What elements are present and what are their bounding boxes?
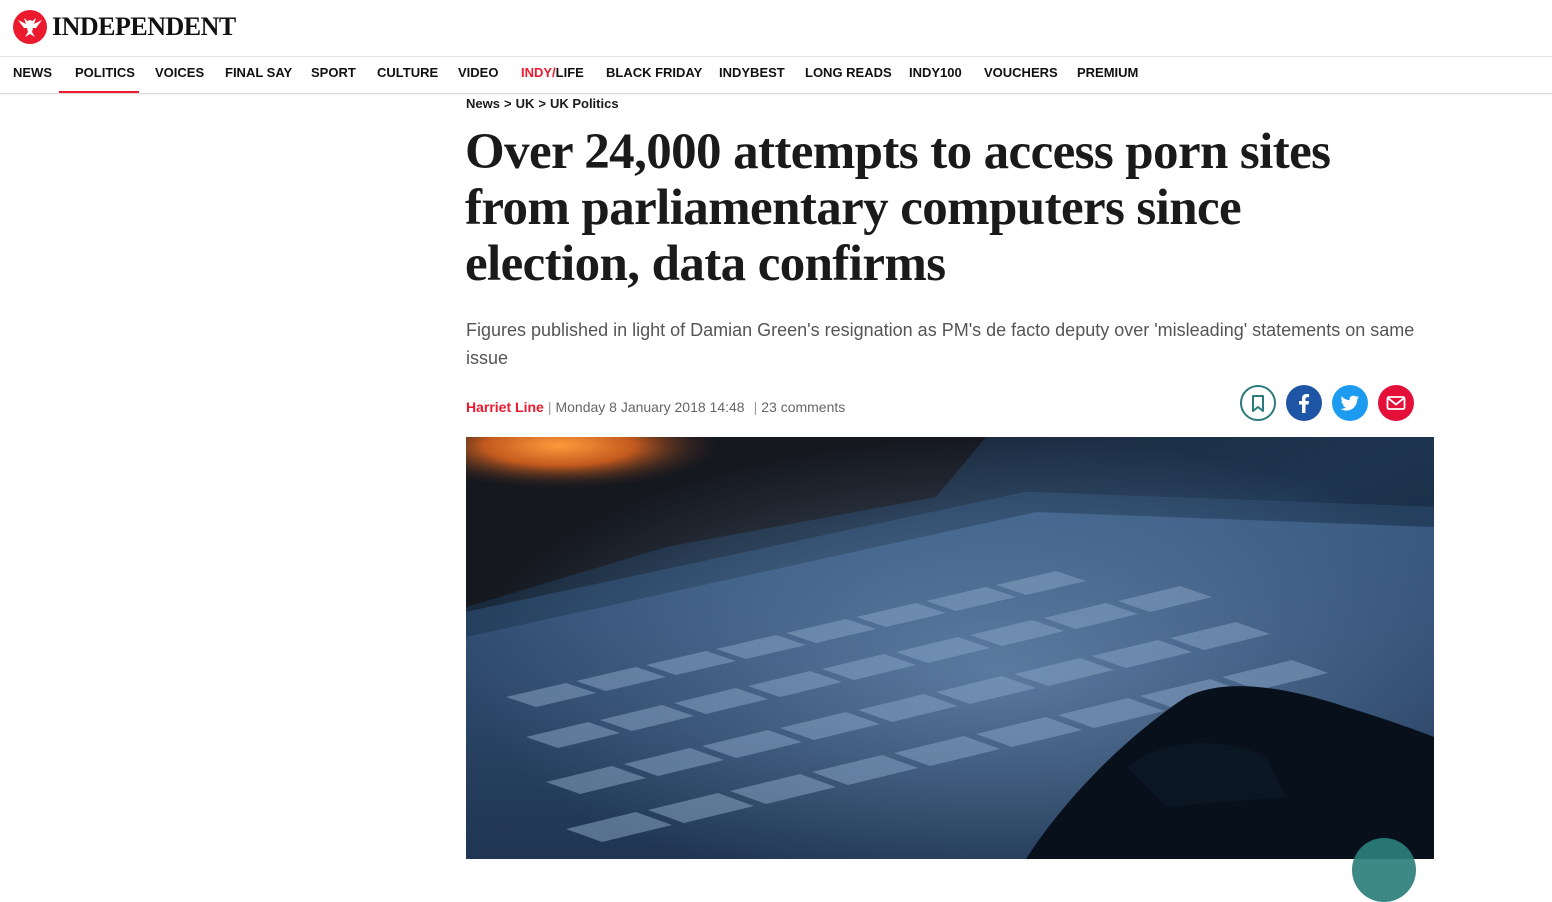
nav-item-politics[interactable]: POLITICS: [59, 57, 139, 93]
bookmark-button[interactable]: [1240, 385, 1276, 421]
nav-item-indy-life[interactable]: INDY/LIFE: [521, 57, 584, 91]
site-name: INDEPENDENT: [52, 12, 236, 41]
nav-item-black-friday[interactable]: BLACK FRIDAY: [606, 57, 702, 91]
publish-date: Monday 8 January 2018 14:48: [555, 399, 745, 415]
nav-item-final-say[interactable]: FINAL SAY: [225, 57, 292, 91]
eagle-icon: [13, 10, 47, 44]
email-share-button[interactable]: [1378, 385, 1414, 421]
article-standfirst: Figures published in light of Damian Gre…: [466, 320, 1415, 368]
article-headline: Over 24,000 attempts to access porn site…: [465, 124, 1331, 292]
nav-item-news[interactable]: NEWS: [13, 57, 52, 91]
site-logo[interactable]: INDEPENDENT: [12, 9, 236, 45]
nav-item-label-prefix: INDY/: [521, 65, 556, 80]
twitter-share-button[interactable]: [1332, 385, 1368, 421]
nav-item-vouchers[interactable]: VOUCHERS: [984, 57, 1058, 91]
breadcrumb-separator: >: [503, 96, 512, 111]
byline-divider: |: [753, 399, 758, 415]
comments-link[interactable]: 23 comments: [761, 399, 845, 415]
nav-item-voices[interactable]: VOICES: [155, 57, 204, 91]
nav-item-premium[interactable]: PREMIUM: [1077, 57, 1138, 91]
nav-item-indy100[interactable]: INDY100: [909, 57, 962, 91]
main-nav: NEWS POLITICS VOICES FINAL SAY SPORT CUL…: [0, 57, 1552, 94]
laptop-keyboard-photo: [466, 437, 1434, 859]
author-link[interactable]: Harriet Line: [466, 399, 544, 415]
nav-item-sport[interactable]: SPORT: [311, 57, 356, 91]
hero-image: [466, 437, 1434, 859]
nav-item-video[interactable]: VIDEO: [458, 57, 498, 91]
nav-item-culture[interactable]: CULTURE: [377, 57, 438, 91]
bookmark-icon: [1252, 395, 1264, 412]
masthead: INDEPENDENT: [0, 0, 1552, 57]
byline: Harriet Line | Monday 8 January 2018 14:48…: [466, 397, 845, 417]
email-icon: [1386, 396, 1406, 410]
breadcrumb-uk-politics[interactable]: UK Politics: [550, 96, 619, 111]
nav-item-indybest[interactable]: INDYBEST: [719, 57, 785, 91]
facebook-icon: [1299, 394, 1310, 413]
twitter-icon: [1340, 395, 1359, 411]
nav-item-label: POLITICS: [75, 65, 135, 80]
nav-item-label: LIFE: [555, 65, 584, 80]
breadcrumb-uk[interactable]: UK: [516, 96, 535, 111]
floating-action-button[interactable]: [1352, 838, 1416, 902]
breadcrumb: News > UK > UK Politics: [466, 96, 619, 111]
nav-item-long-reads[interactable]: LONG READS: [805, 57, 892, 91]
breadcrumb-separator: >: [538, 96, 546, 111]
byline-divider: |: [547, 399, 552, 415]
facebook-share-button[interactable]: [1286, 385, 1322, 421]
breadcrumb-news[interactable]: News: [466, 96, 500, 111]
